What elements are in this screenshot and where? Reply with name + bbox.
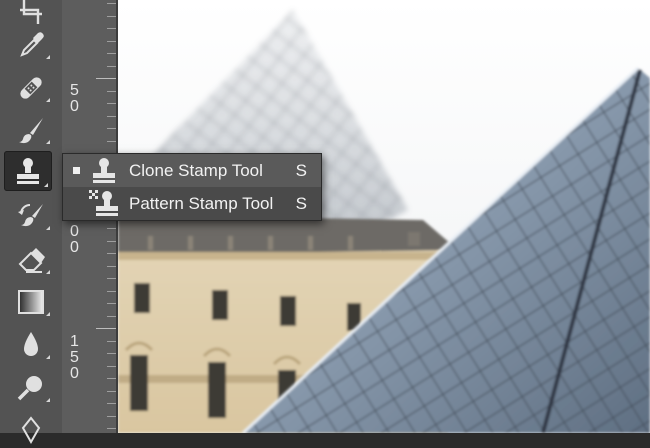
- menu-item-label: Clone Stamp Tool: [129, 161, 263, 180]
- eyedropper-tool[interactable]: [0, 26, 62, 64]
- ruler-tick: [107, 366, 116, 367]
- menu-item-label: Pattern Stamp Tool: [129, 194, 274, 213]
- ruler-tick: [107, 241, 116, 242]
- ruler-tick: [107, 278, 116, 279]
- ruler-tick: [107, 253, 116, 254]
- pen-tool[interactable]: [0, 410, 62, 448]
- clone-stamp-tool[interactable]: [4, 151, 52, 191]
- stamp-icon: [93, 158, 115, 183]
- blur-drop-icon: [24, 332, 38, 356]
- ruler-tick: [107, 378, 116, 379]
- ruler-tick: [107, 403, 116, 404]
- ruler-tick: [107, 316, 116, 317]
- spot-healing-brush-tool[interactable]: [0, 69, 62, 107]
- subtools-indicator: [46, 140, 50, 144]
- subtools-indicator: [46, 355, 50, 359]
- stamp-icon: [17, 158, 39, 184]
- ruler-tick: [107, 53, 116, 54]
- pattern-stamp-icon: [89, 190, 118, 216]
- crop-tool[interactable]: [0, 0, 62, 28]
- ruler-label-text: 50: [66, 82, 83, 114]
- ruler-tick: [107, 116, 116, 117]
- menu-item-pattern-stamp-tool[interactable]: Pattern Stamp Tool S: [63, 187, 321, 220]
- ruler-label-text: 150: [66, 333, 83, 381]
- ruler-label-50: 50: [66, 82, 83, 114]
- dodge-tool[interactable]: [0, 369, 62, 407]
- gradient-tool[interactable]: [0, 283, 62, 321]
- pen-icon: [21, 416, 41, 444]
- ruler-tick: [107, 228, 116, 229]
- selected-marker: [73, 167, 80, 174]
- history-brush-tool[interactable]: [0, 197, 62, 235]
- history-brush-icon: [18, 203, 43, 227]
- tools-panel: [0, 0, 63, 444]
- ruler-tick: [107, 16, 116, 17]
- stamp-tools-flyout: Clone Stamp Tool S Pattern Stamp Tool S: [62, 153, 322, 221]
- ruler-tick: [107, 91, 116, 92]
- ruler-tick: [107, 3, 116, 4]
- subtools-indicator: [46, 312, 50, 316]
- eraser-icon: [18, 248, 45, 273]
- subtools-indicator: [46, 270, 50, 274]
- gradient-icon: [18, 290, 44, 314]
- ruler-tick: [107, 128, 116, 129]
- menu-item-clone-stamp-tool[interactable]: Clone Stamp Tool S: [63, 154, 321, 187]
- ruler-tick: [107, 103, 116, 104]
- ruler-tick: [96, 328, 116, 329]
- ruler-tick: [107, 416, 116, 417]
- subtools-indicator: [46, 226, 50, 230]
- ruler-tick: [107, 266, 116, 267]
- subtools-indicator: [46, 398, 50, 402]
- ruler-tick: [107, 353, 116, 354]
- ruler-tick: [107, 141, 116, 142]
- ruler-tick: [96, 78, 116, 79]
- ruler-tick: [107, 291, 116, 292]
- bandage-icon: [20, 77, 42, 99]
- ruler-tick: [107, 28, 116, 29]
- menu-item-shortcut: S: [295, 161, 307, 180]
- brush-tool[interactable]: [0, 111, 62, 149]
- ruler-tick: [107, 66, 116, 67]
- menu-item-shortcut: S: [295, 194, 307, 213]
- eyedropper-icon: [20, 32, 44, 57]
- eraser-tool[interactable]: [0, 241, 62, 279]
- crop-icon: [20, 0, 42, 24]
- ruler-tick: [107, 391, 116, 392]
- ruler-tick: [107, 303, 116, 304]
- dodge-icon: [17, 376, 42, 401]
- subtools-indicator: [46, 98, 50, 102]
- subtools-indicator: [44, 183, 48, 187]
- blur-tool[interactable]: [0, 326, 62, 364]
- brush-icon: [19, 118, 43, 144]
- ruler-tick: [107, 341, 116, 342]
- ruler-tick: [107, 41, 116, 42]
- ruler-label-150: 150: [66, 333, 83, 381]
- ruler-tick: [107, 428, 116, 429]
- subtools-indicator: [46, 55, 50, 59]
